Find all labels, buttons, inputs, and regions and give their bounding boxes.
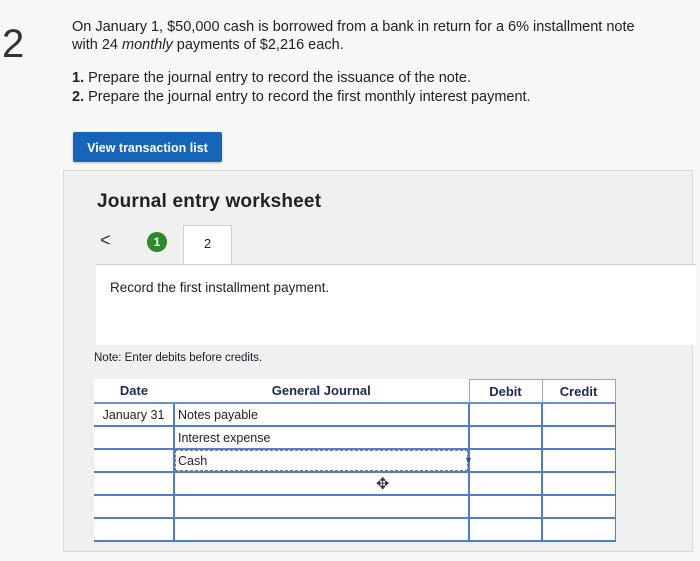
table-row: Cash ▼ <box>94 449 616 473</box>
credit-input[interactable] <box>541 403 616 427</box>
table-row: Interest expense <box>94 426 616 450</box>
account-select[interactable]: Interest expense <box>173 426 469 450</box>
view-transaction-list-button[interactable]: View transaction list <box>73 132 222 162</box>
date-cell[interactable] <box>94 426 175 450</box>
header-credit: Credit <box>541 379 616 404</box>
date-cell[interactable] <box>94 518 175 542</box>
table-row <box>94 472 616 496</box>
date-cell[interactable] <box>94 495 175 519</box>
chevron-left-icon[interactable]: < <box>100 230 111 251</box>
table-row: January 31 Notes payable <box>94 403 616 427</box>
question-prompt: On January 1, $50,000 cash is borrowed f… <box>72 18 672 54</box>
account-select-value: Cash <box>178 453 208 468</box>
table-row <box>94 518 616 542</box>
account-select-active[interactable]: Cash ▼ <box>173 449 473 473</box>
account-select[interactable] <box>173 518 469 542</box>
account-select[interactable] <box>173 472 469 496</box>
credit-input[interactable] <box>541 518 616 542</box>
task-item-2: 2. Prepare the journal entry to record t… <box>72 89 531 105</box>
account-select[interactable] <box>173 495 469 519</box>
instruction-panel: Record the first installment payment. <box>96 264 696 345</box>
table-row <box>94 495 616 519</box>
debit-credit-note: Note: Enter debits before credits. <box>94 352 263 364</box>
debit-input[interactable] <box>468 403 543 427</box>
account-select[interactable]: Notes payable <box>173 403 469 427</box>
header-general-journal: General Journal <box>174 379 469 404</box>
dropdown-arrow-icon[interactable]: ▼ <box>464 454 474 466</box>
date-cell[interactable] <box>94 472 175 496</box>
debit-input[interactable] <box>468 518 543 542</box>
credit-input[interactable] <box>541 426 616 450</box>
move-cursor-icon: ✥ <box>376 476 390 493</box>
header-debit: Debit <box>468 379 543 404</box>
credit-input[interactable] <box>541 495 616 519</box>
task-list: 1. Prepare the journal entry to record t… <box>72 69 531 107</box>
instruction-text: Record the first installment payment. <box>110 280 330 295</box>
prompt-line-2: with 24 monthly payments of $2,216 each. <box>72 37 344 53</box>
date-cell[interactable]: January 31 <box>94 403 175 427</box>
journal-table: Date General Journal Debit Credit Januar… <box>94 379 616 542</box>
debit-input[interactable] <box>468 472 543 496</box>
date-cell[interactable] <box>94 449 175 473</box>
question-number: 2 <box>2 22 25 66</box>
step-2-tab[interactable]: 2 <box>183 225 232 265</box>
header-date: Date <box>94 379 174 404</box>
task-item-1: 1. Prepare the journal entry to record t… <box>72 70 471 86</box>
prompt-italic: monthly <box>121 37 173 53</box>
debit-input[interactable] <box>468 495 543 519</box>
debit-input[interactable] <box>468 449 543 473</box>
worksheet-title: Journal entry worksheet <box>97 191 322 212</box>
step-1-indicator[interactable]: 1 <box>147 232 167 252</box>
credit-input[interactable] <box>541 472 616 496</box>
credit-input[interactable] <box>541 449 616 473</box>
debit-input[interactable] <box>468 426 543 450</box>
prompt-line-1: On January 1, $50,000 cash is borrowed f… <box>72 19 635 35</box>
journal-entry-worksheet: Journal entry worksheet < 1 2 Record the… <box>63 170 696 552</box>
